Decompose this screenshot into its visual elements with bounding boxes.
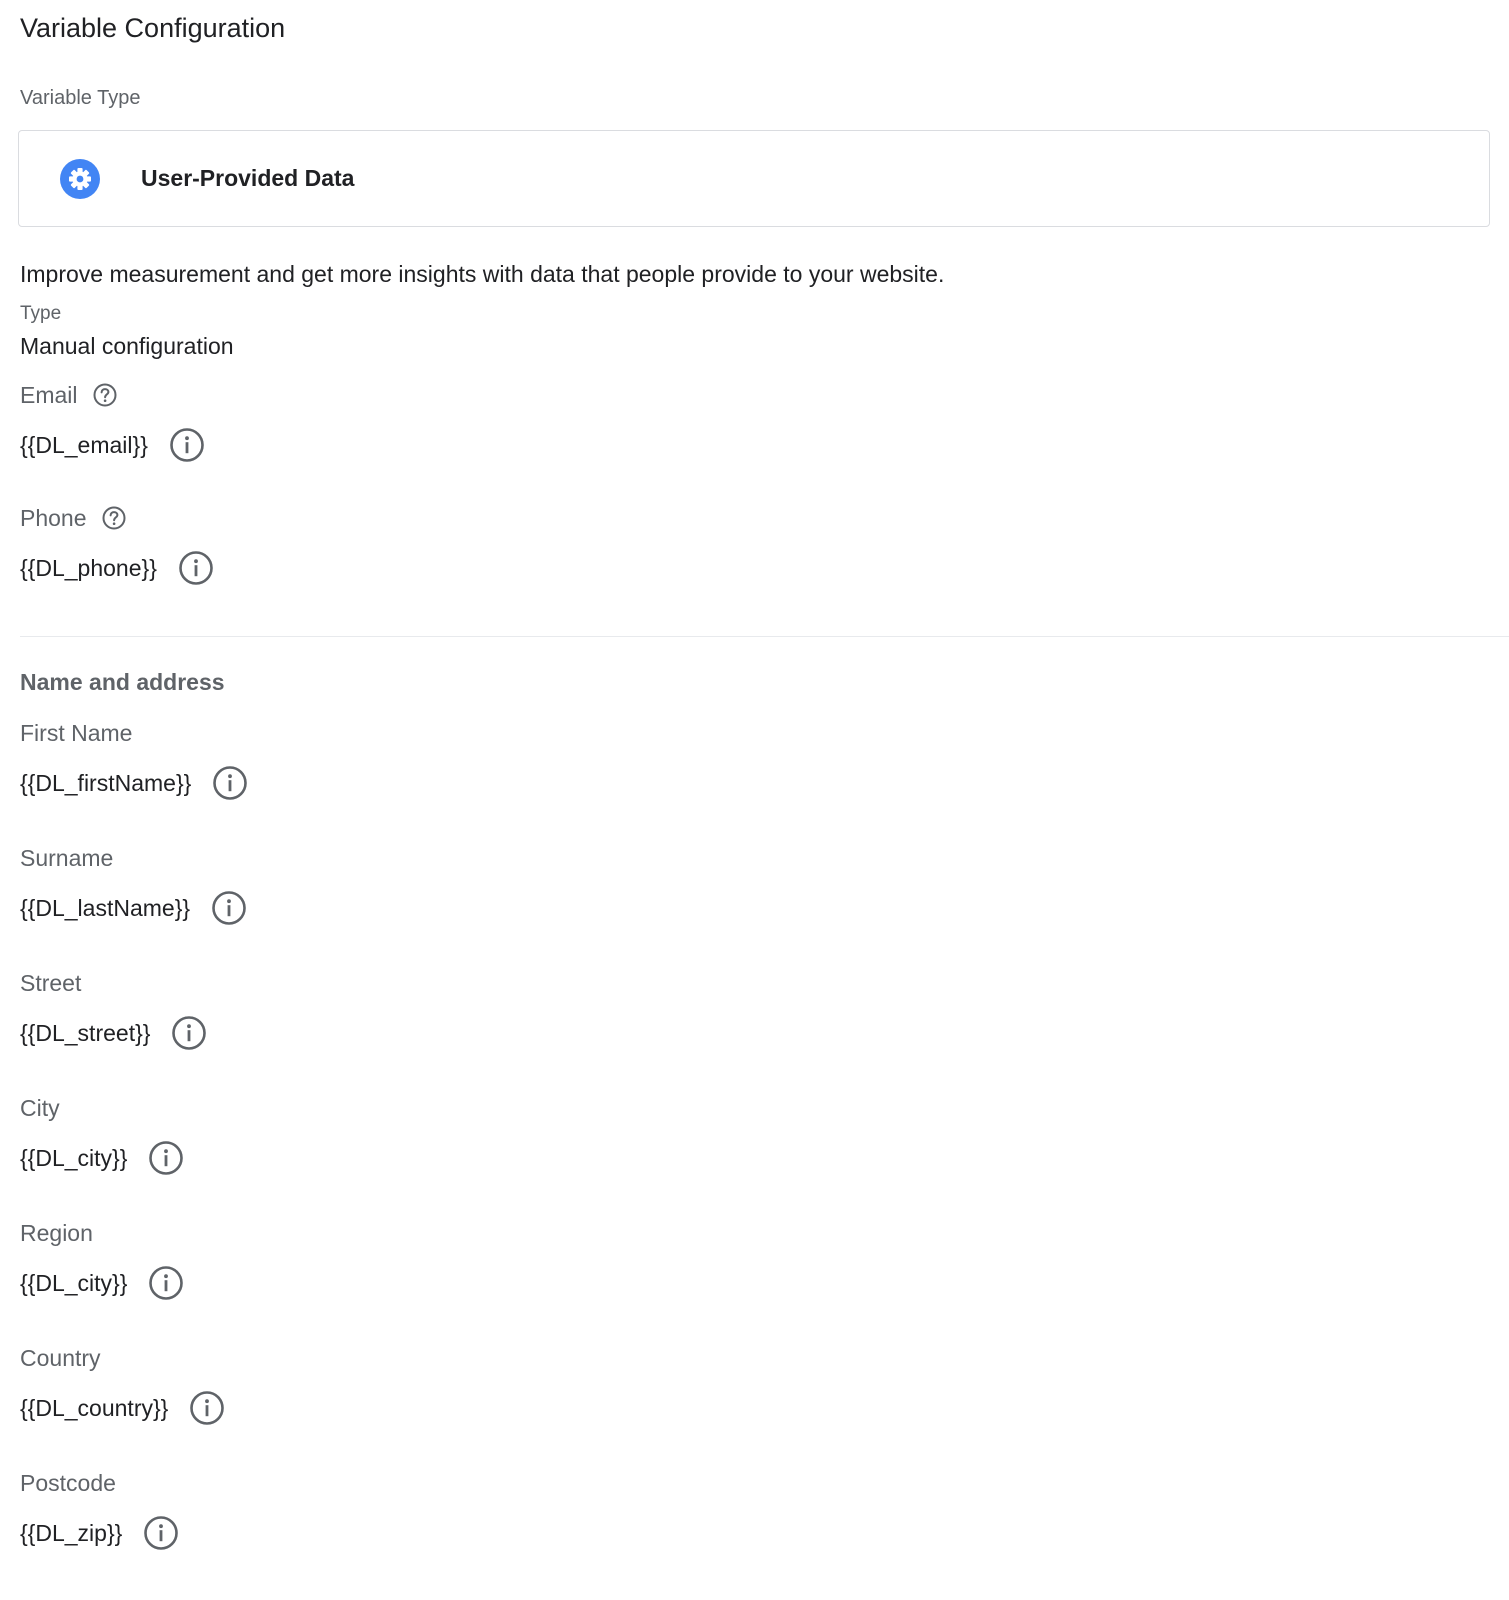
- postcode-value: {{DL_zip}}: [20, 1520, 123, 1546]
- info-icon[interactable]: [148, 1140, 184, 1176]
- description-text: Improve measurement and get more insight…: [20, 261, 945, 287]
- surname-value: {{DL_lastName}}: [20, 895, 191, 921]
- street-value: {{DL_street}}: [20, 1020, 151, 1046]
- info-icon[interactable]: [189, 1390, 225, 1426]
- variable-type-card[interactable]: User-Provided Data: [18, 130, 1490, 227]
- variable-type-label: Variable Type: [20, 87, 141, 109]
- page-title: Variable Configuration: [20, 13, 286, 43]
- region-value: {{DL_city}}: [20, 1270, 128, 1296]
- name-address-heading: Name and address: [20, 669, 225, 695]
- info-icon[interactable]: [148, 1265, 184, 1301]
- phone-label: Phone: [20, 505, 87, 531]
- email-value: {{DL_email}}: [20, 432, 148, 458]
- country-value: {{DL_country}}: [20, 1395, 169, 1421]
- type-value: Manual configuration: [20, 333, 234, 359]
- country-label: Country: [20, 1345, 101, 1371]
- phone-value: {{DL_phone}}: [20, 555, 157, 581]
- first-name-value: {{DL_firstName}}: [20, 770, 192, 796]
- settings-gear-icon: [60, 159, 100, 199]
- variable-type-name: User-Provided Data: [141, 165, 355, 191]
- type-label: Type: [20, 303, 62, 324]
- street-label: Street: [20, 970, 82, 996]
- email-label: Email: [20, 382, 78, 408]
- region-label: Region: [20, 1220, 93, 1246]
- city-label: City: [20, 1095, 60, 1121]
- city-value: {{DL_city}}: [20, 1145, 128, 1171]
- info-icon[interactable]: [171, 1015, 207, 1051]
- info-icon[interactable]: [178, 550, 214, 586]
- help-icon[interactable]: [92, 382, 118, 408]
- help-icon[interactable]: [101, 505, 127, 531]
- section-divider: [20, 636, 1509, 637]
- info-icon[interactable]: [212, 765, 248, 801]
- surname-label: Surname: [20, 845, 114, 871]
- info-icon[interactable]: [211, 890, 247, 926]
- postcode-label: Postcode: [20, 1470, 116, 1496]
- first-name-label: First Name: [20, 720, 133, 746]
- info-icon[interactable]: [169, 427, 205, 463]
- info-icon[interactable]: [143, 1515, 179, 1551]
